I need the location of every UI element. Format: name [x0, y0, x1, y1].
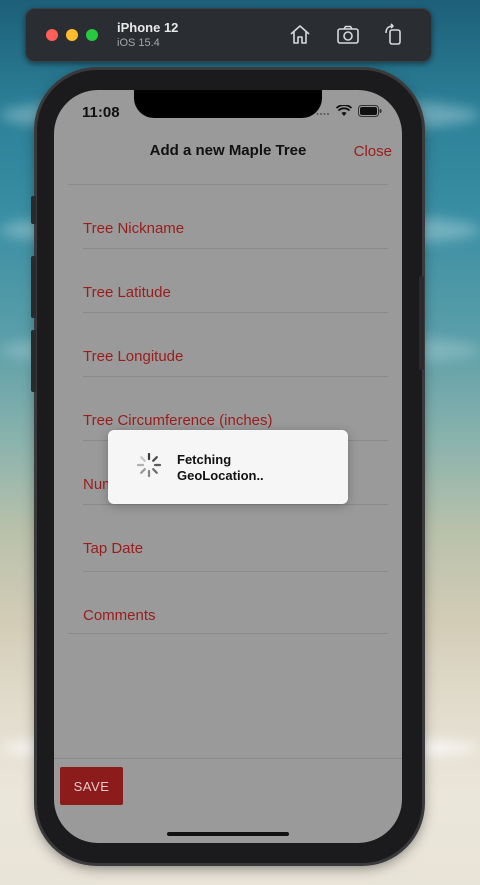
rotate-icon[interactable] [382, 23, 406, 47]
os-version: iOS 15.4 [117, 37, 160, 49]
loading-line-1: Fetching [177, 452, 232, 467]
simulator-toolbar: iPhone 12 iOS 15.4 [25, 8, 432, 62]
window-close-button[interactable] [46, 29, 58, 41]
device-name: iPhone 12 [117, 20, 179, 35]
window-minimize-button[interactable] [66, 29, 78, 41]
window-zoom-button[interactable] [86, 29, 98, 41]
loading-dialog: Fetching GeoLocation.. [108, 430, 348, 504]
volume-down-button [31, 330, 36, 392]
loading-message: Fetching GeoLocation.. [177, 452, 317, 484]
spinner-icon [136, 452, 162, 478]
home-icon[interactable] [288, 23, 312, 47]
volume-up-button [31, 256, 36, 318]
power-button [419, 276, 424, 370]
phone-screen: 11:08 Add a new Maple Tree Close Tree Ni… [54, 90, 402, 843]
screenshot-icon[interactable] [336, 23, 360, 47]
loading-line-2: GeoLocation.. [177, 468, 264, 483]
silent-switch [31, 196, 36, 224]
